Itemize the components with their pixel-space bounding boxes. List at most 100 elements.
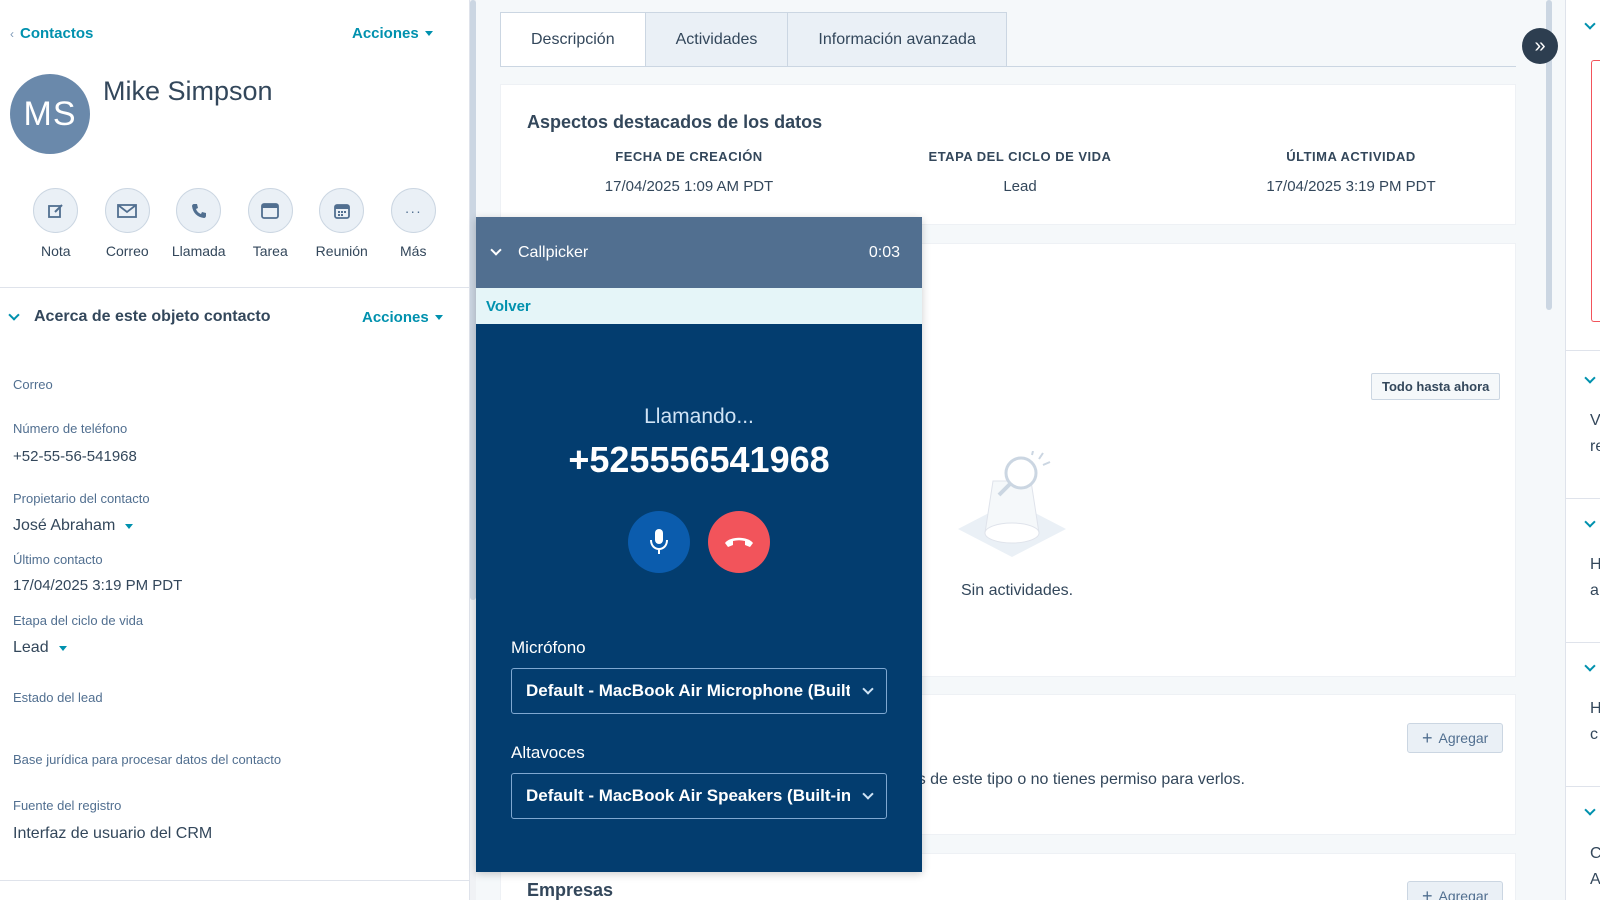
add-association-button[interactable]: + Agregar <box>1407 723 1504 753</box>
divider <box>1566 642 1600 643</box>
sidebar-snippet: V <box>1590 412 1600 429</box>
last-activity-column: ÚLTIMA ACTIVIDAD 17/04/2025 3:19 PM PDT <box>1266 149 1436 195</box>
source-value: Interfaz de usuario del CRM <box>13 825 213 842</box>
chevron-down-icon <box>862 682 874 695</box>
owner-dropdown[interactable]: José Abraham <box>13 517 134 535</box>
created-date-column: FECHA DE CREACIÓN 17/04/2025 1:09 AM PDT <box>604 149 774 195</box>
tab-underline <box>500 66 1516 67</box>
contact-name: Mike Simpson <box>103 76 273 106</box>
divider <box>0 287 470 288</box>
sidebar-snippet: c <box>1590 726 1598 743</box>
call-widget: Callpicker 0:03 Volver Llamando... +5255… <box>476 217 922 872</box>
hang-up-icon <box>725 537 753 547</box>
call-button[interactable]: Llamada <box>163 188 235 259</box>
highlights-card: Aspectos destacados de los datos FECHA D… <box>500 84 1516 225</box>
task-icon <box>261 202 280 219</box>
phone-icon <box>191 203 206 218</box>
call-widget-title: Callpicker <box>518 243 589 261</box>
owner-label: Propietario del contacto <box>13 491 150 506</box>
task-button[interactable]: Tarea <box>235 188 307 259</box>
chevron-left-icon: ‹ <box>10 26 14 41</box>
microphone-icon <box>650 529 668 554</box>
contact-sidebar: ‹ Contactos Acciones MS Mike Simpson Not… <box>0 0 470 900</box>
tab-advanced-info[interactable]: Información avanzada <box>788 12 1007 67</box>
call-widget-header: Callpicker 0:03 <box>476 217 922 288</box>
lifecycle-label: Etapa del ciclo de vida <box>13 613 144 628</box>
email-button[interactable]: Correo <box>92 188 164 259</box>
empty-activities-text: Sin actividades. <box>961 582 1074 599</box>
expand-sidebar-button[interactable]: » <box>1522 28 1558 64</box>
sidebar-snippet: a <box>1590 582 1599 599</box>
call-timer: 0:03 <box>868 243 900 261</box>
tab-description[interactable]: Descripción <box>500 12 646 67</box>
microphone-select[interactable]: Default - MacBook Air Microphone (Built-… <box>511 668 887 714</box>
email-label: Correo <box>13 377 53 392</box>
chevron-down-icon[interactable] <box>1584 516 1596 528</box>
microphone-label: Micrófono <box>511 638 586 657</box>
lifecycle-column: ETAPA DEL CICLO DE VIDA Lead <box>928 149 1112 195</box>
time-filter-button[interactable]: Todo hasta ahora <box>1371 373 1501 400</box>
add-company-button[interactable]: + Agregar <box>1407 881 1504 900</box>
back-to-contacts-link[interactable]: ‹ Contactos <box>10 25 93 42</box>
legal-basis-label: Base jurídica para procesar datos del co… <box>13 752 282 767</box>
chevron-down-icon <box>8 309 20 321</box>
divider <box>1566 786 1600 787</box>
associations-empty-text: ados de este tipo o no tienes permiso pa… <box>891 771 1245 788</box>
sidebar-snippet: A <box>1590 871 1600 888</box>
dialed-number: +525556541968 <box>568 439 830 480</box>
divider <box>1566 498 1600 499</box>
main-scrollbar[interactable] <box>1544 0 1554 900</box>
more-icon: ··· <box>404 202 422 219</box>
highlight-box <box>1591 60 1600 322</box>
meeting-button[interactable]: Reunión <box>306 188 378 259</box>
record-tabs: Descripción Actividades Información avan… <box>500 12 1007 67</box>
last-contact-label: Último contacto <box>13 552 103 567</box>
call-status: Llamando... <box>644 405 754 428</box>
back-button[interactable]: Volver <box>476 288 922 324</box>
collapse-chevron-icon[interactable] <box>490 244 502 256</box>
empty-search-illustration <box>958 451 1066 557</box>
sidebar-snippet: re <box>1590 438 1600 455</box>
caret-down-icon <box>58 645 67 651</box>
chevron-down-icon[interactable] <box>1584 804 1596 816</box>
hang-up-button[interactable] <box>708 511 770 573</box>
speakers-select[interactable]: Default - MacBook Air Speakers (Built-in… <box>511 773 887 819</box>
caret-down-icon <box>424 31 433 36</box>
tab-activities[interactable]: Actividades <box>645 12 789 67</box>
calendar-icon <box>333 203 350 219</box>
phone-label: Número de teléfono <box>13 421 128 436</box>
lead-status-label: Estado del lead <box>13 690 103 705</box>
divider <box>1566 350 1600 351</box>
avatar: MS <box>10 74 90 154</box>
double-chevron-right-icon: » <box>1534 34 1546 57</box>
chevron-down-icon[interactable] <box>1584 372 1596 384</box>
highlights-title: Aspectos destacados de los datos <box>527 112 823 132</box>
email-icon <box>117 203 138 218</box>
edit-icon <box>47 203 63 218</box>
contact-actions-dropdown[interactable]: Acciones <box>352 25 433 42</box>
plus-icon: + <box>1422 728 1433 748</box>
chevron-down-icon[interactable] <box>1584 660 1596 672</box>
about-actions-dropdown[interactable]: Acciones <box>362 309 443 326</box>
source-label: Fuente del registro <box>13 798 122 813</box>
sidebar-snippet: H <box>1590 556 1600 573</box>
companies-title: Empresas <box>527 880 614 900</box>
phone-value[interactable]: +52-55-56-541968 <box>13 448 137 465</box>
lifecycle-dropdown[interactable]: Lead <box>13 639 67 657</box>
divider <box>0 880 470 881</box>
sidebar-snippet: C <box>1590 845 1600 862</box>
caret-down-icon <box>434 315 443 320</box>
caret-down-icon <box>125 523 134 529</box>
speakers-label: Altavoces <box>511 743 585 762</box>
quick-actions: Nota Correo Llamada Tarea Reunión ··· Má… <box>20 188 449 259</box>
more-button[interactable]: ··· Más <box>378 188 450 259</box>
chevron-down-icon <box>862 787 874 800</box>
about-section-toggle[interactable]: Acerca de este objeto contacto <box>8 308 271 326</box>
mute-button[interactable] <box>628 511 690 573</box>
chevron-down-icon[interactable] <box>1584 18 1596 30</box>
right-sidebar: V re H a H c C A <box>1565 0 1600 900</box>
plus-icon: + <box>1422 886 1433 900</box>
last-contact-value: 17/04/2025 3:19 PM PDT <box>13 577 183 594</box>
sidebar-snippet: H <box>1590 700 1600 717</box>
note-button[interactable]: Nota <box>20 188 92 259</box>
